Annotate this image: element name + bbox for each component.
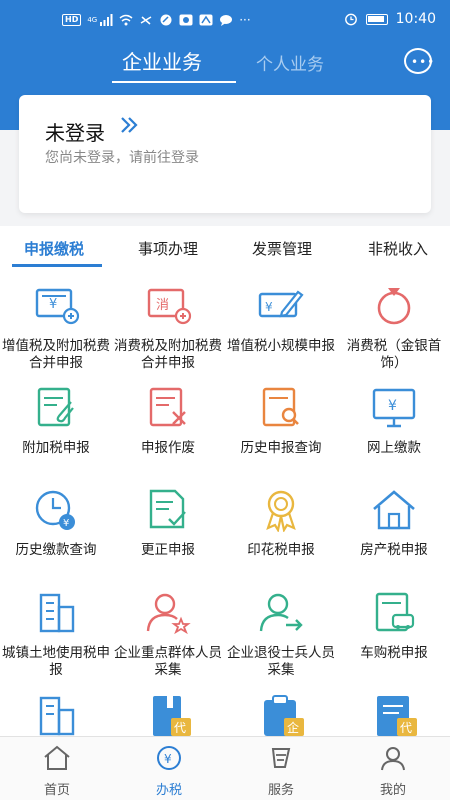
vat-invoice-icon: ¥ [35, 288, 80, 325]
service-key-group-collect[interactable]: 企业重点群体人员采集 [112, 591, 224, 679]
status-bar: HD 4G ··· 10:40 [0, 0, 450, 40]
consumption-tax-icon: 消 [147, 288, 192, 325]
login-subtitle: 您尚未登录，请前往登录 [45, 150, 199, 166]
tab-indicator [112, 81, 236, 83]
clock-yen-icon: ¥ [35, 490, 75, 530]
signal-type: 4G [87, 16, 98, 24]
buildings-icon [39, 696, 75, 736]
hd-badge: HD [62, 14, 82, 26]
service-void-declaration[interactable]: 申报作废 [112, 386, 224, 457]
service-stamp-tax[interactable]: 印花税申报 [225, 488, 337, 559]
service-veteran-collect[interactable]: 企业退役士兵人员采集 [225, 591, 337, 679]
svg-text:¥: ¥ [388, 398, 397, 414]
message-notify-icon [220, 15, 233, 26]
mute-icon [140, 16, 152, 25]
signal-icon [100, 14, 113, 26]
alarm-icon [344, 13, 357, 26]
svg-text:¥: ¥ [63, 518, 69, 529]
subtab-invoice[interactable]: 发票管理 [252, 238, 312, 259]
home-icon [44, 745, 70, 770]
clock: 10:40 [395, 11, 436, 27]
user-icon [381, 747, 405, 771]
app-notify-icon [199, 14, 213, 26]
nav-service[interactable]: 服务 [246, 745, 316, 798]
service-surtax[interactable]: 附加税申报 [0, 386, 112, 457]
subtab-matters[interactable]: 事项办理 [138, 238, 198, 259]
subtab-nontax[interactable]: 非税收入 [368, 238, 428, 259]
service-land-use-tax[interactable]: 城镇土地使用税申报 [0, 591, 112, 679]
document-attach-icon [37, 387, 74, 427]
wifi-icon [119, 14, 133, 26]
svg-text:代: 代 [400, 721, 412, 735]
house-icon [373, 490, 415, 530]
nav-mine[interactable]: 我的 [358, 745, 428, 798]
document-cancel-icon [149, 387, 186, 427]
service-online-payment[interactable]: ¥ 网上缴款 [338, 386, 450, 457]
service-property-tax[interactable]: 房产税申报 [338, 488, 450, 559]
service-panel: 申报缴税 事项办理 发票管理 非税收入 ¥ 增值税及附加税费合并申报 消 消费税… [0, 226, 450, 736]
svg-text:代: 代 [174, 721, 186, 735]
service-consumption-jewelry[interactable]: 消费税（金银首饰） [338, 284, 450, 372]
award-badge-icon [266, 490, 296, 533]
nav-home[interactable]: 首页 [22, 745, 92, 798]
document-car-icon [375, 592, 415, 632]
service-proxy-book[interactable]: 代 [112, 694, 224, 742]
service-enterprise-clipboard[interactable]: 企 [225, 694, 337, 742]
person-arrow-icon [259, 593, 303, 632]
login-card[interactable]: 未登录 您尚未登录，请前往登录 [19, 95, 431, 213]
tab-personal[interactable]: 个人业务 [256, 50, 324, 75]
svg-text:¥: ¥ [49, 297, 57, 312]
ring-icon [377, 288, 411, 325]
yen-circle-icon: ¥ [157, 746, 181, 770]
buildings-icon [39, 593, 75, 633]
svg-text:¥: ¥ [164, 752, 172, 766]
service-proxy-document[interactable]: 代 [338, 694, 450, 742]
clipboard-enterprise-icon: 企 [264, 695, 304, 736]
document-check-icon [149, 489, 186, 529]
document-search-icon [262, 387, 299, 427]
app-notify-icon [160, 14, 172, 26]
more-icon: ··· [239, 13, 251, 27]
service-correct-declaration[interactable]: 更正申报 [112, 488, 224, 559]
service-buildings-2[interactable] [0, 694, 112, 742]
person-star-icon [146, 593, 191, 635]
service-icon [271, 748, 291, 768]
service-history-payment[interactable]: ¥ 历史缴款查询 [0, 488, 112, 559]
subtab-declare-pay[interactable]: 申报缴税 [24, 238, 84, 259]
svg-text:企: 企 [287, 720, 299, 735]
service-vat-combined[interactable]: ¥ 增值税及附加税费合并申报 [0, 284, 112, 372]
nav-tax[interactable]: ¥ 办税 [134, 745, 204, 798]
login-title: 未登录 [45, 121, 105, 145]
svg-text:¥: ¥ [265, 300, 273, 314]
monitor-yen-icon: ¥ [372, 388, 416, 428]
service-vehicle-tax[interactable]: 车购税申报 [338, 591, 450, 662]
service-consumption-combined[interactable]: 消 消费税及附加税费合并申报 [112, 284, 224, 372]
svg-text:消: 消 [156, 298, 169, 313]
card-edit-icon: ¥ [258, 290, 304, 318]
document-proxy-icon: 代 [377, 696, 417, 736]
service-vat-small[interactable]: ¥ 增值税小规模申报 [225, 284, 337, 355]
battery-icon [365, 13, 388, 25]
service-history-declaration[interactable]: 历史申报查询 [225, 386, 337, 457]
bottom-nav: 首页 ¥ 办税 服务 我的 [0, 736, 450, 800]
app-notify-icon [179, 14, 193, 26]
subtab-indicator [12, 264, 102, 267]
tab-enterprise[interactable]: 企业业务 [122, 46, 202, 75]
chat-dots-icon[interactable]: ••• [404, 48, 434, 74]
book-proxy-icon: 代 [153, 696, 191, 736]
double-chevron-right-icon [121, 117, 138, 133]
